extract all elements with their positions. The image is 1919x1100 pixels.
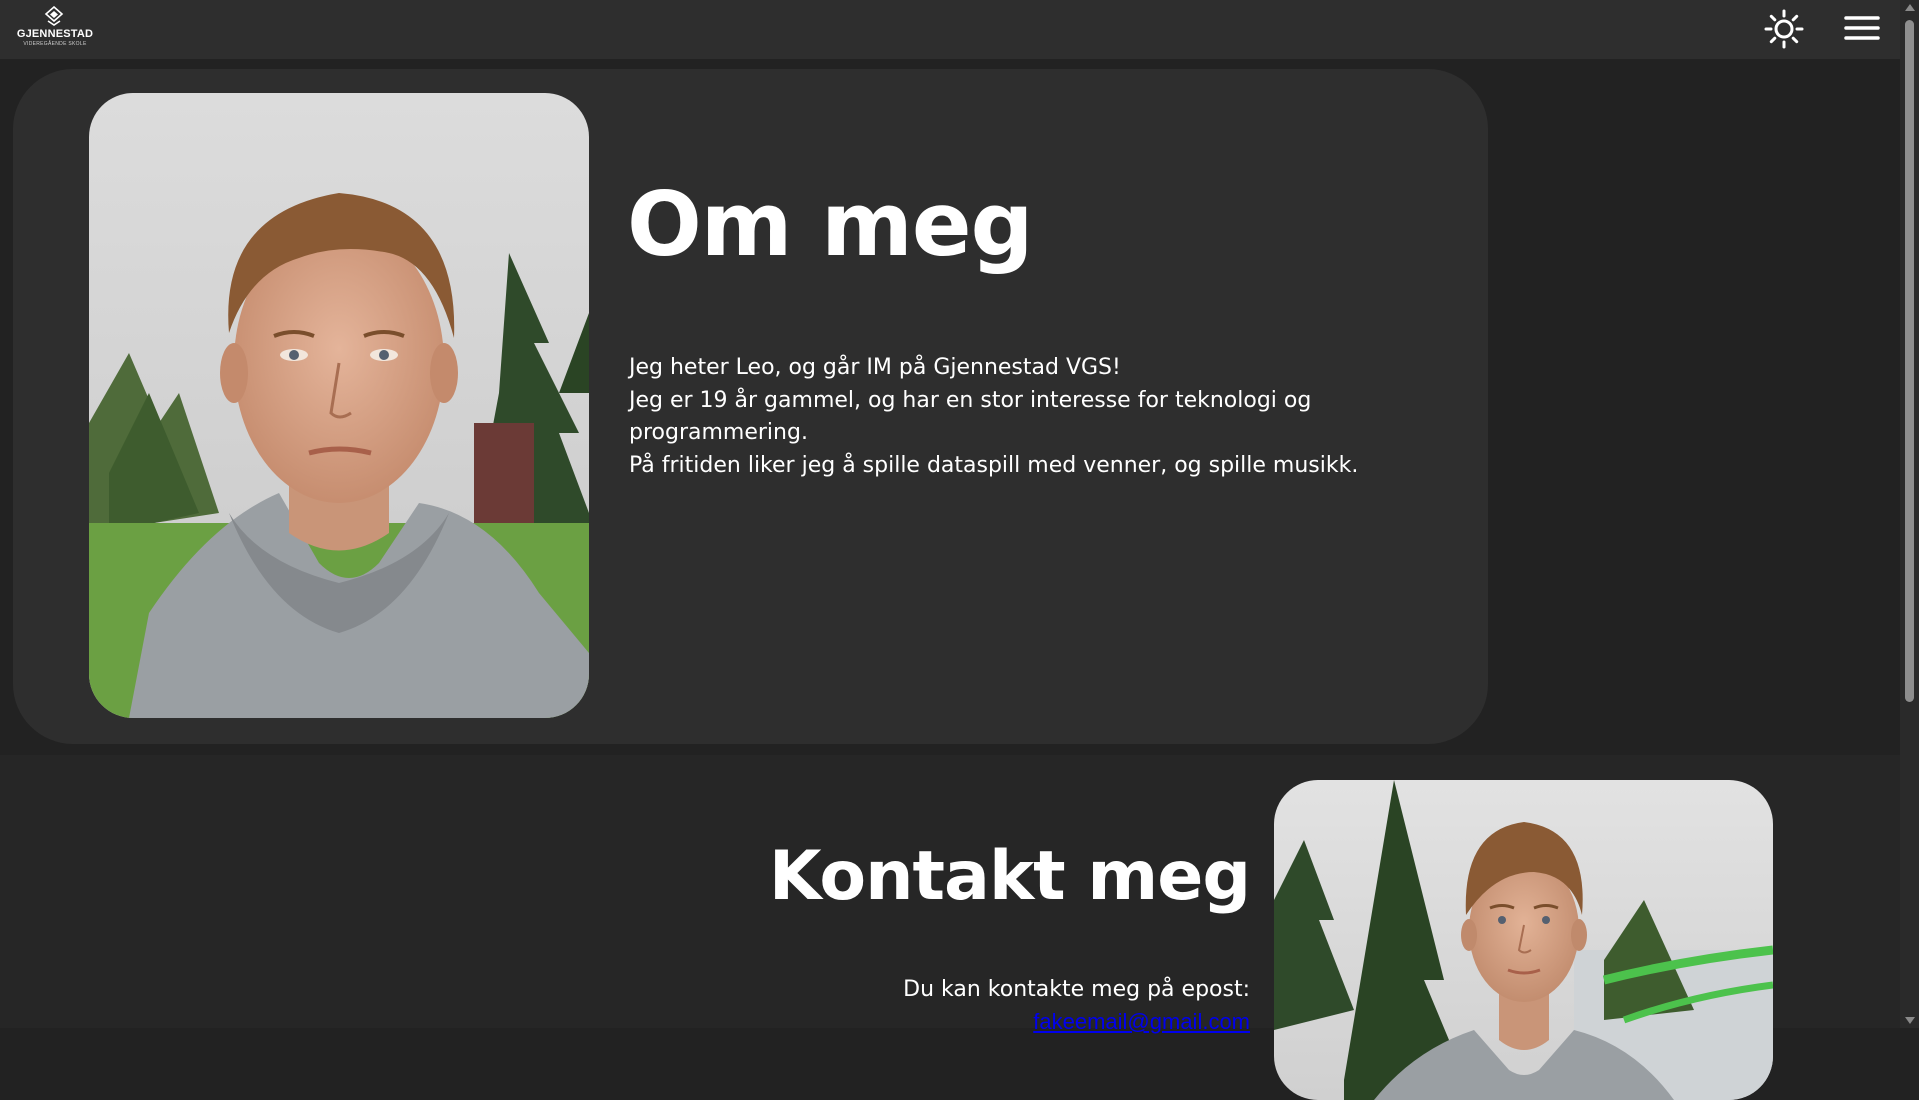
contact-portrait-photo [1274, 780, 1773, 1100]
logo-subtext: VIDEREGÅENDE SKOLE [23, 41, 87, 47]
logo-mark-icon [44, 6, 64, 26]
about-portrait-photo [89, 93, 589, 718]
about-paragraph: Jeg heter Leo, og går IM på Gjennestad V… [629, 355, 1121, 380]
scroll-thumb[interactable] [1905, 20, 1914, 702]
logo-text: GJENNESTAD [16, 28, 94, 40]
scroll-up-arrow-icon[interactable] [1905, 4, 1915, 11]
site-header: GJENNESTAD VIDEREGÅENDE SKOLE [0, 0, 1900, 59]
contact-title: Kontakt meg [768, 837, 1251, 916]
scroll-down-arrow-icon[interactable] [1905, 1017, 1915, 1024]
contact-email-link[interactable]: fakeemail@gmail.com [1033, 1006, 1250, 1038]
about-paragraph: På fritiden liker jeg å spille dataspill… [629, 452, 1359, 478]
about-title: Om meg [627, 173, 1034, 276]
contact-intro: Du kan kontakte meg på epost: [903, 977, 1250, 1002]
page-scrollbar[interactable] [1900, 0, 1919, 1028]
hamburger-menu-icon [1844, 16, 1880, 40]
sun-icon [1764, 9, 1804, 49]
theme-toggle-button[interactable] [1764, 9, 1804, 49]
school-logo[interactable]: GJENNESTAD VIDEREGÅENDE SKOLE [12, 6, 98, 50]
about-paragraph: Jeg er 19 år gammel, og har en stor inte… [629, 387, 1312, 446]
about-text: Jeg heter Leo, og går IM på Gjennestad V… [629, 352, 1389, 482]
menu-button[interactable] [1843, 12, 1881, 44]
